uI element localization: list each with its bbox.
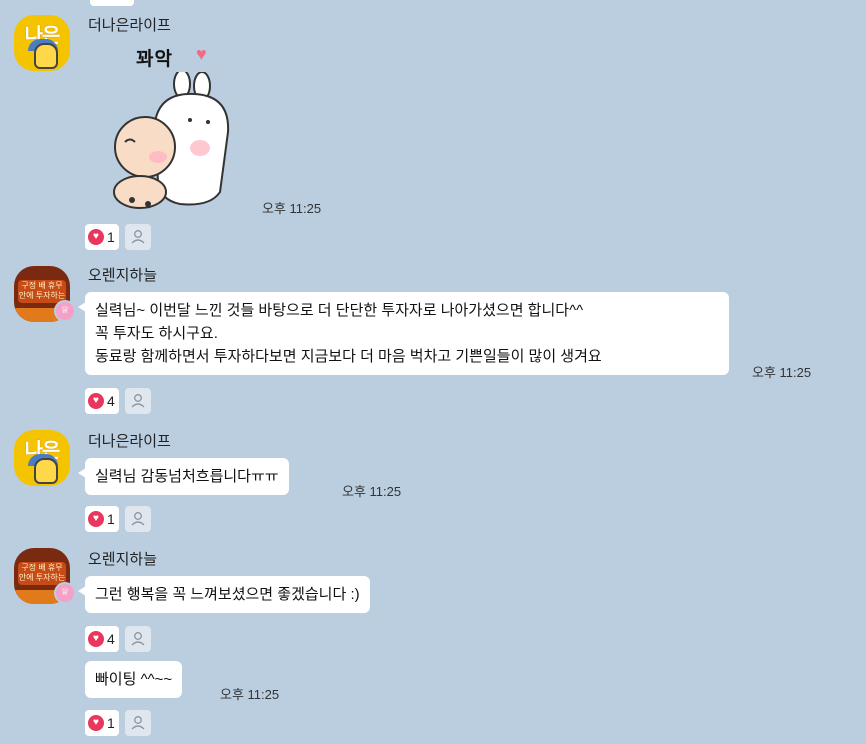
sender-name[interactable]: 더나은라이프 — [88, 14, 171, 35]
person-icon[interactable] — [124, 224, 151, 250]
sticker-heart-icon: ♥ — [196, 44, 207, 64]
like-count: 4 — [107, 631, 115, 647]
message-line: 꼭 투자도 하시구요. — [95, 325, 218, 342]
sender-name[interactable]: 오렌지하늘 — [88, 264, 157, 285]
person-icon[interactable] — [124, 388, 151, 414]
message-text: 실력님 감동넘처흐릅니다ㅠㅠ — [95, 468, 279, 485]
message-time: 오후 11:25 — [752, 365, 812, 380]
previous-reaction-stub — [90, 0, 134, 6]
message-bubble[interactable]: 그런 행복을 꼭 느껴보셨으면 좋겠습니다 :) — [78, 576, 370, 613]
sender-avatar[interactable]: 구정 배 휴무안에 투자하는 ♕ — [14, 548, 76, 604]
avatar-image: 나은 — [14, 430, 70, 486]
person-icon[interactable] — [124, 710, 151, 736]
like-count: 1 — [107, 511, 115, 527]
heart-icon: ♥ — [88, 631, 104, 647]
reaction-row: ♥ 4 — [85, 388, 151, 414]
message-text: 그런 행복을 꼭 느껴보셨으면 좋겠습니다 :) — [95, 586, 360, 603]
like-count: 1 — [107, 715, 115, 731]
duck-icon — [34, 458, 58, 484]
message-line: 동료랑 함께하면서 투자하다보면 지금보다 더 마음 벅차고 기쁜일들이 많이 … — [95, 348, 602, 365]
message-text: 빠이팅 ^^~~ — [95, 671, 173, 688]
person-icon[interactable] — [124, 626, 151, 652]
reaction-row: ♥ 1 — [85, 710, 151, 736]
sender-avatar[interactable]: 구정 배 휴무안에 투자하는 ♕ — [14, 266, 76, 322]
sender-name[interactable]: 더나은라이프 — [88, 430, 171, 451]
reaction-row: ♥ 1 — [85, 224, 151, 250]
like-button[interactable]: ♥ 1 — [85, 224, 119, 250]
crown-icon: ♕ — [54, 300, 76, 322]
sender-avatar[interactable]: 나은 — [14, 430, 70, 486]
message-time: 오후 11:25 — [262, 201, 322, 216]
like-button[interactable]: ♥ 4 — [85, 626, 119, 652]
sender-avatar[interactable]: 나은 — [14, 15, 70, 71]
message-line: 실력님~ 이번달 느낀 것들 바탕으로 더 단단한 투자자로 나아가셨으면 합니… — [95, 302, 584, 319]
heart-icon: ♥ — [88, 229, 104, 245]
like-button[interactable]: ♥ 4 — [85, 388, 119, 414]
sender-name[interactable]: 오렌지하늘 — [88, 548, 157, 569]
message-bubble[interactable]: 실력님~ 이번달 느낀 것들 바탕으로 더 단단한 투자자로 나아가셨으면 합니… — [78, 292, 729, 375]
like-button[interactable]: ♥ 1 — [85, 506, 119, 532]
message-time: 오후 11:25 — [220, 687, 280, 702]
avatar-text: 구정 배 휴무안에 투자하는 — [18, 562, 66, 585]
avatar-image: 나은 — [14, 15, 70, 71]
crown-icon: ♕ — [54, 582, 76, 604]
reaction-row: ♥ 4 — [85, 626, 151, 652]
message-bubble[interactable]: 빠이팅 ^^~~ — [85, 661, 183, 698]
like-button[interactable]: ♥ 1 — [85, 710, 119, 736]
heart-icon: ♥ — [88, 393, 104, 409]
message-bubble[interactable]: 실력님 감동넘처흐릅니다ㅠㅠ — [78, 458, 289, 495]
heart-icon: ♥ — [88, 715, 104, 731]
avatar-text: 구정 배 휴무안에 투자하는 — [18, 280, 66, 303]
sticker-image[interactable]: 꽈악 ♥ — [100, 36, 250, 216]
sticker-text: 꽈악 — [136, 49, 173, 70]
heart-icon: ♥ — [88, 511, 104, 527]
like-count: 1 — [107, 229, 115, 245]
message-time: 오후 11:25 — [342, 484, 402, 499]
like-count: 4 — [107, 393, 115, 409]
reaction-row: ♥ 1 — [85, 506, 151, 532]
person-icon[interactable] — [124, 506, 151, 532]
duck-icon — [34, 43, 58, 69]
sticker-drawing — [113, 72, 230, 209]
